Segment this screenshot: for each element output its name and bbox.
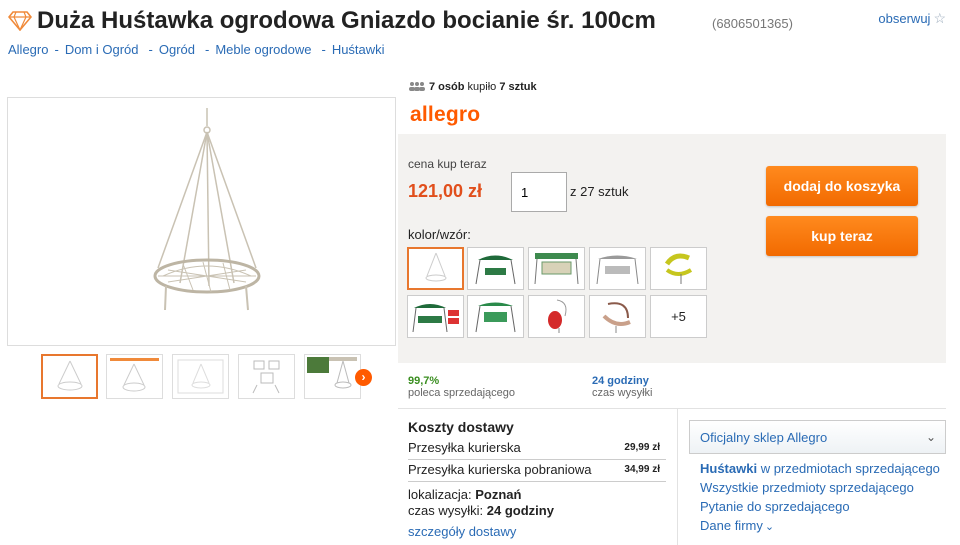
variant-image — [412, 304, 459, 333]
seller-category-rest: w przedmiotach sprzedającego — [760, 461, 940, 476]
breadcrumb-separator: - — [321, 42, 326, 57]
shipping-method-cost: 34,99 zł — [624, 464, 660, 475]
official-shop-dropdown[interactable]: Oficjalny sklep Allegro ⌄ — [689, 420, 946, 454]
price-label: cena kup teraz — [408, 157, 487, 171]
buy-box: cena kup teraz 121,00 zł z 27 sztuk doda… — [398, 134, 946, 363]
shipping-row: Przesyłka kurierska 29,99 zł — [408, 438, 666, 460]
thumbnail-image — [57, 360, 83, 391]
thumbnail-4[interactable] — [238, 354, 295, 399]
variant-image — [548, 299, 567, 333]
breadcrumb-item-allegro[interactable]: Allegro — [8, 42, 48, 57]
quantity-input[interactable] — [511, 172, 567, 212]
thumbnail-image — [307, 357, 357, 389]
shipping-method-name: Przesyłka kurierska — [408, 440, 521, 455]
breadcrumb-separator: - — [54, 42, 59, 57]
seller-category-link[interactable]: Huśtawki w przedmiotach sprzedającego — [700, 461, 940, 476]
variant-option-8[interactable] — [528, 295, 585, 338]
main-product-image[interactable] — [7, 97, 396, 346]
variant-option-2[interactable] — [467, 247, 524, 290]
shipping-row: Przesyłka kurierska pobraniowa 34,99 zł — [408, 460, 666, 482]
thumbnail-1[interactable] — [41, 354, 98, 399]
column-divider — [677, 409, 678, 545]
ask-seller-link[interactable]: Pytanie do sprzedającego — [700, 499, 850, 514]
breadcrumb-separator: - — [205, 42, 210, 57]
thumbnail-image — [252, 360, 280, 394]
breadcrumb-separator: - — [148, 42, 153, 57]
buyers-info: 7 osób kupiło 7 sztuk — [408, 81, 537, 93]
thumbnail-image — [110, 358, 159, 392]
all-seller-items-link[interactable]: Wszystkie przedmioty sprzedającego — [700, 480, 914, 495]
star-icon: ☆ — [933, 10, 946, 26]
add-to-cart-button[interactable]: dodaj do koszyka — [766, 166, 918, 206]
variant-image — [602, 302, 631, 333]
variant-option-9[interactable] — [589, 295, 646, 338]
title-row: Duża Huśtawka ogrodowa Gniazdo bocianie … — [8, 4, 952, 38]
follow-label: obserwuj — [878, 11, 931, 26]
swing-illustration — [153, 108, 261, 311]
breadcrumb: Allegro - Dom i Ogród - Ogród - Meble ogrodowe… — [8, 42, 385, 57]
shipping-time-label: czas wysyłki — [592, 387, 653, 399]
variant-option-3[interactable] — [528, 247, 585, 290]
chevron-down-icon: ⌄ — [925, 430, 936, 444]
breadcrumb-item-hustawki[interactable]: Huśtawki — [332, 42, 385, 57]
variant-label: kolor/wzór: — [408, 227, 471, 242]
variant-image — [475, 255, 516, 285]
company-data-label: Dane firmy — [700, 518, 763, 533]
variant-option-6[interactable] — [407, 295, 464, 338]
buy-now-button[interactable]: kup teraz — [766, 216, 918, 256]
breadcrumb-item-meble-ogrodowe[interactable]: Meble ogrodowe — [215, 42, 311, 57]
breadcrumb-item-dom-i-ogrod[interactable]: Dom i Ogród — [65, 42, 139, 57]
thumbnail-3[interactable] — [172, 354, 229, 399]
thumbnail-5[interactable] — [304, 354, 361, 399]
variant-image — [475, 302, 516, 333]
variant-image — [596, 255, 639, 285]
breadcrumb-item-ogrod[interactable]: Ogród — [159, 42, 195, 57]
company-data-link[interactable]: Dane firmy ⌄ — [700, 518, 774, 533]
chevron-down-icon: ⌄ — [764, 521, 775, 533]
shipping-time-value: 24 godziny — [592, 375, 649, 387]
variant-option-5[interactable] — [650, 247, 707, 290]
price: 121,00 zł — [408, 181, 483, 201]
variant-image — [664, 253, 693, 284]
section-divider — [398, 408, 946, 409]
follow-link[interactable]: obserwuj ☆ — [878, 10, 946, 27]
thumbnail-image — [177, 359, 224, 394]
diamond-icon — [8, 11, 32, 31]
seller-category-name: Huśtawki — [700, 461, 758, 476]
dispatch-value: 24 godziny — [486, 503, 554, 518]
allegro-logo: allegro — [410, 103, 481, 126]
buyers-verb: kupiło — [467, 81, 497, 93]
variant-option-7[interactable] — [467, 295, 524, 338]
recommend-value: 99,7% — [408, 375, 440, 387]
location-label: lokalizacja: — [408, 487, 472, 502]
location-value: Poznań — [475, 487, 522, 502]
more-variants-button[interactable]: +5 — [650, 295, 707, 338]
shipping-method-name: Przesyłka kurierska pobraniowa — [408, 462, 592, 477]
shipping-title: Koszty dostawy — [408, 419, 514, 435]
page-title: Duża Huśtawka ogrodowa Gniazdo bocianie … — [37, 7, 656, 34]
thumbnail-next-button[interactable]: › — [355, 369, 372, 386]
variant-option-4[interactable] — [589, 247, 646, 290]
official-shop-label: Oficjalny sklep Allegro — [700, 430, 828, 445]
shipping-method-cost: 29,99 zł — [624, 442, 660, 453]
variant-image — [534, 253, 579, 285]
dispatch-label: czas wysyłki: — [408, 503, 484, 518]
location-line: lokalizacja: Poznań — [408, 487, 521, 502]
thumbnail-2[interactable] — [106, 354, 163, 399]
variant-option-1[interactable] — [407, 247, 464, 290]
quantity-available: z 27 sztuk — [570, 184, 629, 199]
shipping-details-link[interactable]: szczegóły dostawy — [408, 524, 516, 539]
dispatch-line: czas wysyłki: 24 godziny — [408, 503, 554, 518]
people-icon — [409, 82, 425, 91]
variant-image — [425, 252, 447, 282]
recommend-label: poleca sprzedającego — [408, 387, 516, 399]
offer-id: (6806501365) — [712, 16, 793, 31]
buyers-count: 7 osób — [429, 81, 465, 93]
buyers-pieces: 7 sztuk — [499, 81, 537, 93]
